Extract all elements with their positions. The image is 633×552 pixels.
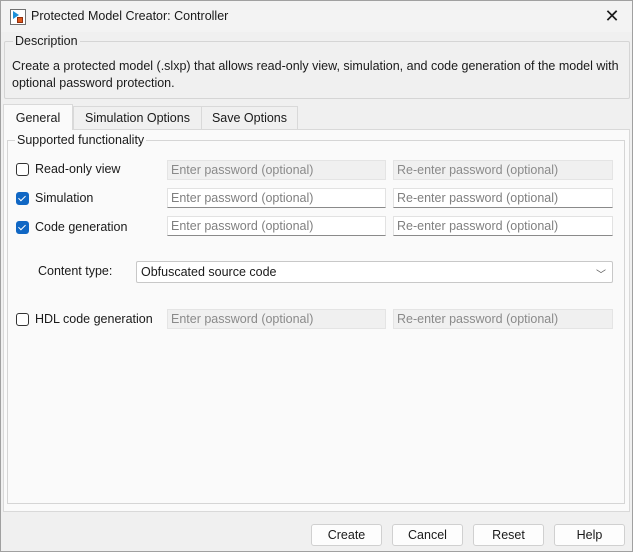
tab-general[interactable]: General — [3, 104, 73, 130]
title-bar: Protected Model Creator: Controller ✕ — [1, 1, 632, 32]
reset-button[interactable]: Reset — [473, 524, 544, 546]
read-only-reenter-password-input[interactable]: Re-enter password (optional) — [393, 160, 613, 180]
simulation-password-input[interactable]: Enter password (optional) — [167, 188, 386, 208]
checkbox-box-checked[interactable] — [16, 220, 29, 234]
hdl-code-generation-checkbox[interactable]: HDL code generation — [16, 312, 153, 326]
description-text: Create a protected model (.slxp) that al… — [12, 59, 619, 90]
code-generation-label: Code generation — [35, 220, 128, 234]
content-type-dropdown[interactable]: Obfuscated source code ﹀ — [136, 261, 613, 283]
checkbox-box-checked[interactable] — [16, 191, 29, 205]
tab-simulation-options[interactable]: Simulation Options — [73, 106, 202, 129]
tab-save-options[interactable]: Save Options — [201, 106, 298, 129]
window-title: Protected Model Creator: Controller — [31, 9, 229, 23]
hdl-code-generation-label: HDL code generation — [35, 312, 153, 326]
close-icon: ✕ — [604, 6, 620, 26]
description-legend: Description — [13, 34, 80, 48]
read-only-view-checkbox[interactable]: Read-only view — [16, 162, 120, 176]
read-only-view-label: Read-only view — [35, 162, 121, 176]
checkbox-box[interactable] — [16, 312, 29, 326]
simulink-model-icon — [10, 9, 26, 25]
hdl-reenter-password-input[interactable]: Re-enter password (optional) — [393, 309, 613, 329]
code-generation-checkbox[interactable]: Code generation — [16, 220, 127, 234]
chevron-down-icon: ﹀ — [596, 270, 606, 281]
create-button[interactable]: Create — [311, 524, 382, 546]
supported-functionality-legend: Supported functionality — [15, 133, 147, 147]
content-type-label: Content type: — [38, 264, 113, 278]
hdl-password-input[interactable]: Enter password (optional) — [167, 309, 386, 329]
simulation-label: Simulation — [35, 191, 94, 205]
read-only-password-input[interactable]: Enter password (optional) — [167, 160, 386, 180]
cancel-button[interactable]: Cancel — [392, 524, 463, 546]
simulation-reenter-password-input[interactable]: Re-enter password (optional) — [393, 188, 613, 208]
content-type-value: Obfuscated source code — [141, 265, 277, 279]
code-generation-reenter-password-input[interactable]: Re-enter password (optional) — [393, 216, 613, 236]
code-generation-password-input[interactable]: Enter password (optional) — [167, 216, 386, 236]
close-button[interactable]: ✕ — [592, 1, 632, 32]
checkbox-box[interactable] — [16, 162, 29, 176]
help-button[interactable]: Help — [554, 524, 625, 546]
simulation-checkbox[interactable]: Simulation — [16, 191, 93, 205]
